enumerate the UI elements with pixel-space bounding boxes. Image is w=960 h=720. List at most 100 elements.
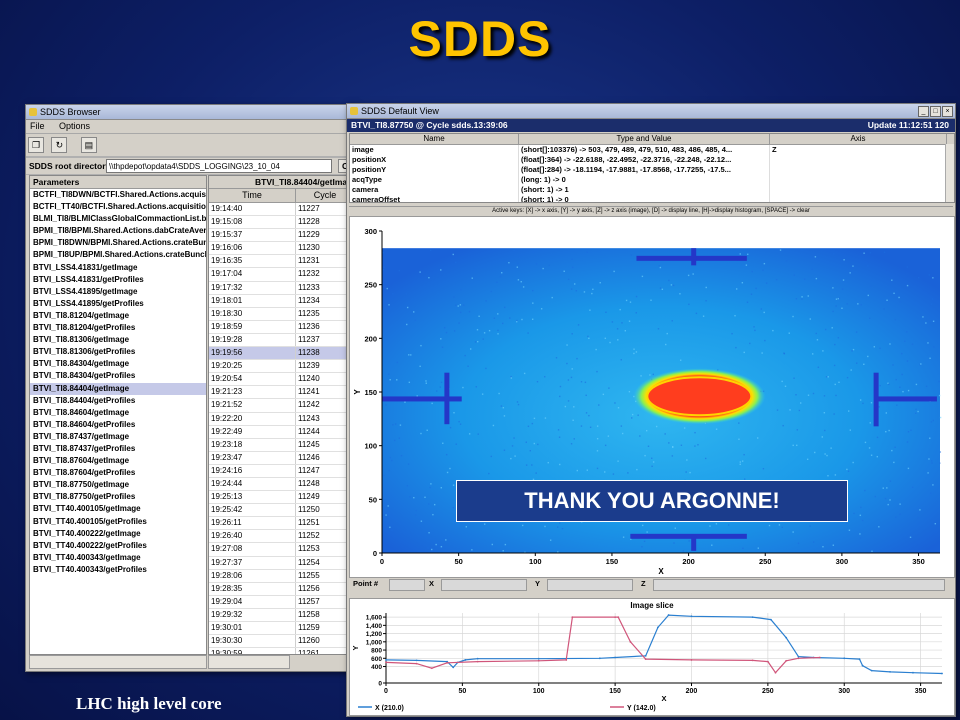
table-row[interactable]: 19:30:59 11261 — [209, 648, 355, 655]
table-row[interactable]: 19:24:16 11247 — [209, 465, 355, 478]
table-row[interactable]: 19:28:35 11256 — [209, 583, 355, 596]
parameter-item[interactable]: BTVI_TI8.81204/getProfiles — [30, 322, 206, 334]
root-directory-input[interactable] — [106, 159, 332, 173]
parameter-item[interactable]: BTVI_TI8.87604/getImage — [30, 455, 206, 467]
table-row[interactable]: 19:21:23 11241 — [209, 386, 355, 399]
parameter-item[interactable]: BCTFI_TI8DWN/BCTFI.Shared.Actions.acquis… — [30, 189, 206, 201]
parameter-item[interactable]: BTVI_TI8.84404/getImage — [30, 383, 206, 395]
x-field[interactable] — [441, 579, 527, 591]
property-row[interactable]: acqType (long: 1) -> 0 — [350, 175, 954, 185]
table-row[interactable]: 19:14:40 11227 — [209, 203, 355, 216]
document-icon[interactable]: ▤ — [81, 137, 97, 153]
maximize-icon[interactable]: □ — [930, 106, 941, 117]
property-row[interactable]: positionX (float[]:364) -> -22.6188, -22.… — [350, 155, 954, 165]
image-plot-panel[interactable]: 0 50 100 150 200 250 300 350 0 50 100 150 200 250 300 X… — [349, 216, 955, 578]
table-row[interactable]: 19:18:01 11234 — [209, 295, 355, 308]
parameter-item[interactable]: BTVI_TT40.400343/getProfiles — [30, 564, 206, 576]
parameter-item[interactable]: BTVI_LSS4.41895/getImage — [30, 286, 206, 298]
table-row[interactable]: 19:27:37 11254 — [209, 557, 355, 570]
table-row[interactable]: 19:24:44 11248 — [209, 478, 355, 491]
copy-icon[interactable]: ❐ — [28, 137, 44, 153]
parameter-item[interactable]: BPMI_TI8/BPMI.Shared.Actions.dabCrateAve… — [30, 225, 206, 237]
table-row[interactable]: 19:30:30 11260 — [209, 635, 355, 648]
parameter-item[interactable]: BTVI_TI8.81306/getImage — [30, 334, 206, 346]
y-field[interactable] — [547, 579, 633, 591]
parameters-list[interactable]: Parameters BCTFI_TI8DWN/BCTFI.Shared.Act… — [29, 175, 207, 655]
parameter-item[interactable]: BTVI_LSS4.41831/getProfiles — [30, 274, 206, 286]
table-row[interactable]: 19:29:04 11257 — [209, 596, 355, 609]
table-row[interactable]: 19:15:37 11229 — [209, 229, 355, 242]
parameter-item[interactable]: BTVI_TI8.81306/getProfiles — [30, 346, 206, 358]
parameter-item[interactable]: BLMI_TI8/BLMIClassGlobalCommactionList.b — [30, 213, 206, 225]
table-row[interactable]: 19:21:52 11242 — [209, 399, 355, 412]
parameter-item[interactable]: BTVI_TT40.400343/getImage — [30, 552, 206, 564]
time-cycle-table[interactable]: BTVI_TI8.84404/getImag Time Cycle 19:14:… — [208, 175, 356, 655]
table-hscrollbar[interactable] — [208, 655, 290, 669]
camera-image-chart[interactable]: 0 50 100 150 200 250 300 350 0 50 100 150 200 250 300 X… — [350, 217, 954, 577]
table-row[interactable]: 19:29:32 11258 — [209, 609, 355, 622]
table-row[interactable]: 19:23:47 11246 — [209, 452, 355, 465]
table-row[interactable]: 19:19:56 11238 — [209, 347, 355, 360]
parameter-item[interactable]: BPMI_TI8UP/BPMI.Shared.Actions.crateBunc… — [30, 249, 206, 261]
parameter-item[interactable]: BTVI_LSS4.41831/getImage — [30, 262, 206, 274]
table-row[interactable]: 19:22:20 11243 — [209, 413, 355, 426]
parameter-item[interactable]: BTVI_TI8.87604/getProfiles — [30, 467, 206, 479]
table-row[interactable]: 19:16:06 11230 — [209, 242, 355, 255]
property-row[interactable]: positionY (float[]:284) -> -18.1194, -17.… — [350, 165, 954, 175]
property-row[interactable]: image (short[]:103376) -> 503, 479, 489, … — [350, 145, 954, 155]
parameters-hscrollbar[interactable] — [29, 655, 207, 669]
table-row[interactable]: 19:16:35 11231 — [209, 255, 355, 268]
image-slice-panel[interactable]: Image slice 0 50 100 150 200 250 300 350 0 400 600… — [349, 598, 955, 716]
table-row[interactable]: 19:15:08 11228 — [209, 216, 355, 229]
table-row[interactable]: 19:20:25 11239 — [209, 360, 355, 373]
table-row[interactable]: 19:20:54 11240 — [209, 373, 355, 386]
col-time[interactable]: Time — [209, 189, 296, 202]
parameter-item[interactable]: BTVI_TI8.84304/getProfiles — [30, 370, 206, 382]
parameter-item[interactable]: BTVI_TI8.84604/getImage — [30, 407, 206, 419]
properties-scrollbar[interactable] — [945, 144, 954, 202]
table-row[interactable]: 19:18:30 11235 — [209, 308, 355, 321]
table-row[interactable]: 19:26:11 11251 — [209, 517, 355, 530]
table-row[interactable]: 19:25:13 11249 — [209, 491, 355, 504]
table-row[interactable]: 19:26:40 11252 — [209, 530, 355, 543]
table-row[interactable]: 19:22:49 11244 — [209, 426, 355, 439]
menu-file[interactable]: File — [30, 121, 45, 131]
table-row[interactable]: 19:17:32 11233 — [209, 282, 355, 295]
parameter-item[interactable]: BTVI_TI8.87750/getProfiles — [30, 491, 206, 503]
col-axis[interactable]: Axis — [770, 134, 947, 144]
refresh-icon[interactable]: ↻ — [51, 137, 67, 153]
parameter-item[interactable]: BTVI_TI8.87437/getImage — [30, 431, 206, 443]
table-row[interactable]: 19:27:08 11253 — [209, 543, 355, 556]
table-row[interactable]: 19:30:01 11259 — [209, 622, 355, 635]
parameter-item[interactable]: BTVI_TT40.400105/getImage — [30, 503, 206, 515]
parameter-item[interactable]: BTVI_TI8.84604/getProfiles — [30, 419, 206, 431]
point-field[interactable] — [389, 579, 425, 591]
parameter-item[interactable]: BPMI_TI8DWN/BPMI.Shared.Actions.crateBun — [30, 237, 206, 249]
parameter-item[interactable]: BCTFI_TT40/BCTFI.Shared.Actions.acquisit… — [30, 201, 206, 213]
property-row[interactable]: cameraOffset (short: 1) -> 0 — [350, 195, 954, 203]
table-row[interactable]: 19:19:28 11237 — [209, 334, 355, 347]
close-icon[interactable]: × — [942, 106, 953, 117]
parameter-item[interactable]: BTVI_TT40.400105/getProfiles — [30, 516, 206, 528]
parameter-item[interactable]: BTVI_TI8.84304/getImage — [30, 358, 206, 370]
minimize-icon[interactable]: _ — [918, 106, 929, 117]
parameter-item[interactable]: BTVI_TI8.84404/getProfiles — [30, 395, 206, 407]
parameter-item[interactable]: BTVI_LSS4.41895/getProfiles — [30, 298, 206, 310]
parameter-item[interactable]: BTVI_TI8.87437/getProfiles — [30, 443, 206, 455]
parameter-item[interactable]: BTVI_TT40.400222/getImage — [30, 528, 206, 540]
table-row[interactable]: 19:23:18 11245 — [209, 439, 355, 452]
table-row[interactable]: 19:25:42 11250 — [209, 504, 355, 517]
menu-options[interactable]: Options — [59, 121, 90, 131]
col-name[interactable]: Name — [350, 134, 519, 144]
z-field[interactable] — [653, 579, 945, 591]
parameter-item[interactable]: BTVI_TT40.400222/getProfiles — [30, 540, 206, 552]
col-type-value[interactable]: Type and Value — [519, 134, 770, 144]
parameter-item[interactable]: BTVI_TI8.81204/getImage — [30, 310, 206, 322]
image-slice-chart[interactable]: 0 50 100 150 200 250 300 350 0 400600800 1,0001,20… — [350, 599, 954, 715]
parameter-item[interactable]: BTVI_TI8.87750/getImage — [30, 479, 206, 491]
table-row[interactable]: 19:17:04 11232 — [209, 268, 355, 281]
table-row[interactable]: 19:18:59 11236 — [209, 321, 355, 334]
properties-table[interactable]: Name Type and Value Axis image (short[]:1… — [349, 133, 955, 203]
property-row[interactable]: camera (short: 1) -> 1 — [350, 185, 954, 195]
table-row[interactable]: 19:28:06 11255 — [209, 570, 355, 583]
